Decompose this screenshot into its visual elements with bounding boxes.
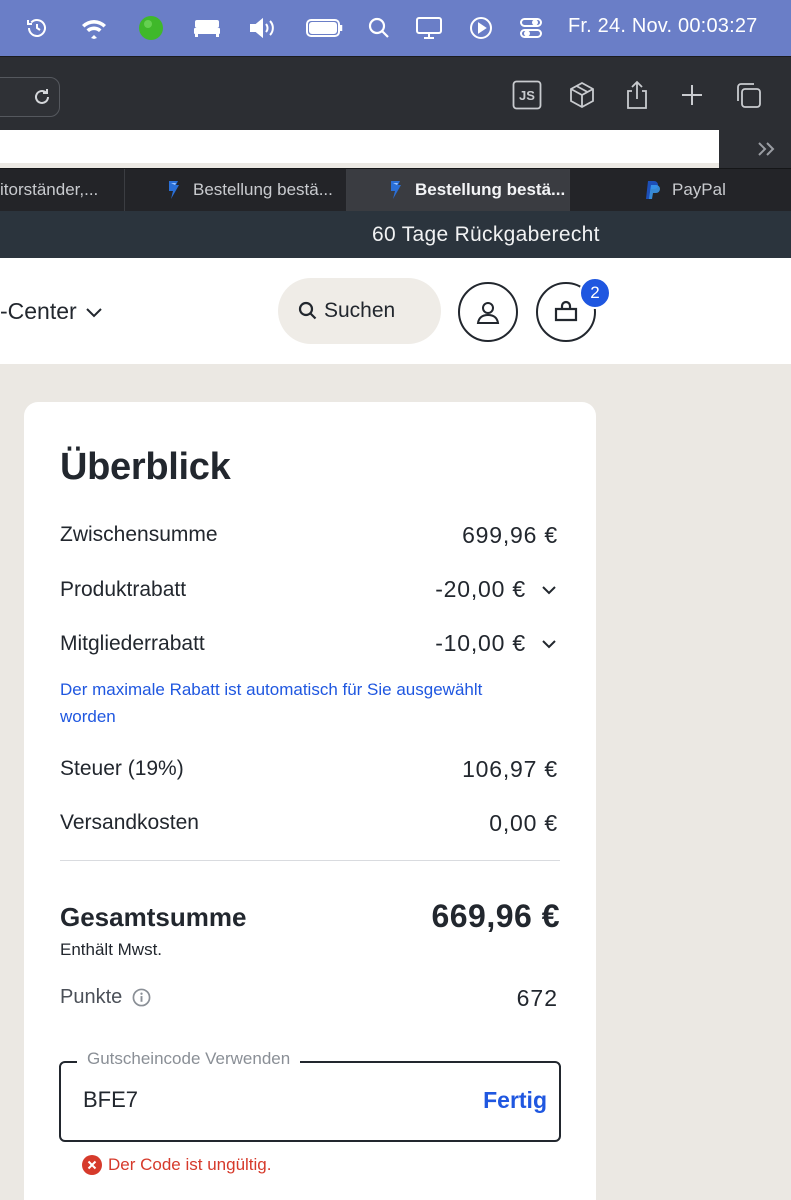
summary-title: Überblick bbox=[60, 446, 231, 488]
chevron-down-icon bbox=[542, 639, 556, 648]
points-label-group: Punkte bbox=[60, 986, 151, 1009]
paypal-icon bbox=[646, 181, 660, 199]
points-value: 672 bbox=[516, 985, 558, 1011]
nav-label: -Center bbox=[0, 298, 77, 324]
total-value: 669,96 € bbox=[431, 898, 560, 934]
site-header: -Center Suchen bbox=[0, 258, 791, 364]
voucher-input[interactable] bbox=[83, 1087, 443, 1113]
spotlight-icon[interactable] bbox=[364, 14, 394, 42]
account-button[interactable] bbox=[458, 282, 518, 342]
tab-label: Bestellung bestä... bbox=[193, 180, 333, 199]
menu-bar-clock[interactable]: Fr. 24. Nov. 00:03:27 bbox=[568, 15, 758, 38]
shipping-label: Versandkosten bbox=[60, 811, 199, 834]
voucher-label: Gutscheincode Verwenden bbox=[77, 1049, 301, 1069]
battery-icon[interactable] bbox=[305, 14, 345, 42]
voucher-error-text: Der Code ist ungültig. bbox=[108, 1155, 272, 1174]
cart-count-badge: 2 bbox=[579, 277, 611, 309]
product-discount-toggle[interactable]: -20,00 € bbox=[435, 576, 558, 603]
shopping-bag-icon bbox=[554, 300, 578, 322]
order-summary-card: Überblick Zwischensumme 699,96 € Produkt… bbox=[24, 402, 596, 1200]
cube-icon[interactable] bbox=[566, 79, 598, 111]
subtotal-label: Zwischensumme bbox=[60, 523, 218, 546]
subtotal-value: 699,96 € bbox=[462, 522, 558, 548]
js-icon[interactable]: JS bbox=[511, 79, 543, 111]
user-icon bbox=[476, 302, 500, 324]
nav-service-center[interactable]: -Center bbox=[0, 298, 103, 325]
tax-label: Steuer (19%) bbox=[60, 757, 184, 780]
tab-overview-icon[interactable] bbox=[732, 79, 764, 111]
product-discount-value: -20,00 € bbox=[435, 576, 526, 602]
tab-order-confirmation-1[interactable]: Bestellung bestä... bbox=[125, 169, 347, 211]
site-favicon-icon bbox=[391, 181, 401, 199]
product-discount-label: Produktrabatt bbox=[60, 578, 187, 601]
member-discount-label: Mitgliederrabatt bbox=[60, 632, 205, 655]
search-label: Suchen bbox=[324, 299, 396, 322]
favorites-bar bbox=[0, 130, 719, 163]
tab-paypal[interactable]: PayPal bbox=[570, 169, 791, 211]
tab-bar: itorständer,... Bestellung bestä... Best… bbox=[0, 168, 791, 211]
promo-text: 60 Tage Rückgaberecht bbox=[372, 223, 600, 246]
shipping-value: 0,00 € bbox=[489, 810, 558, 836]
control-center-icon[interactable] bbox=[516, 14, 546, 42]
time-machine-icon[interactable] bbox=[22, 14, 52, 42]
total-label: Gesamtsumme bbox=[60, 902, 247, 932]
voucher-done-button[interactable]: Fertig bbox=[483, 1087, 547, 1114]
promo-banner: 60 Tage Rückgaberecht bbox=[0, 211, 791, 258]
summary-divider bbox=[60, 860, 560, 861]
bed-icon[interactable] bbox=[192, 14, 222, 42]
share-icon[interactable] bbox=[621, 79, 653, 111]
browser-toolbar: JS bbox=[0, 56, 791, 132]
chevron-down-icon bbox=[542, 585, 556, 594]
tab-label: Bestellung bestä... bbox=[415, 180, 566, 199]
points-label: Punkte bbox=[60, 986, 123, 1008]
play-icon[interactable] bbox=[466, 14, 496, 42]
address-bar[interactable] bbox=[0, 77, 60, 117]
chevron-down-icon bbox=[85, 307, 102, 317]
error-icon bbox=[82, 1155, 102, 1175]
new-tab-icon[interactable] bbox=[676, 79, 708, 111]
tab-monitor-stand[interactable]: itorständer,... bbox=[0, 169, 125, 211]
tab-label: PayPal bbox=[672, 180, 726, 199]
favorites-overflow-icon[interactable] bbox=[752, 136, 782, 162]
search-icon bbox=[298, 301, 317, 320]
member-discount-value: -10,00 € bbox=[435, 630, 526, 656]
tab-order-confirmation-2[interactable]: Bestellung bestä... bbox=[347, 169, 570, 211]
wifi-icon[interactable] bbox=[79, 14, 109, 42]
reload-icon[interactable] bbox=[31, 86, 53, 113]
svg-text:JS: JS bbox=[519, 88, 535, 103]
volume-icon[interactable] bbox=[248, 14, 278, 42]
tax-value: 106,97 € bbox=[462, 756, 558, 782]
tab-label: itorständer,... bbox=[0, 180, 99, 199]
member-discount-toggle[interactable]: -10,00 € bbox=[435, 630, 558, 657]
info-icon[interactable] bbox=[132, 988, 151, 1007]
menu-bar: Fr. 24. Nov. 00:03:27 bbox=[0, 0, 791, 56]
search-button[interactable]: Suchen bbox=[278, 278, 441, 344]
site-favicon-icon bbox=[169, 181, 179, 199]
display-icon[interactable] bbox=[414, 14, 444, 42]
status-dot-icon bbox=[136, 14, 166, 42]
vat-note: Enthält Mwst. bbox=[60, 940, 163, 959]
voucher-error: Der Code ist ungültig. bbox=[82, 1155, 271, 1175]
discount-note: Der maximale Rabatt ist automatisch für … bbox=[60, 680, 483, 726]
voucher-field[interactable]: Gutscheincode Verwenden Fertig bbox=[59, 1049, 561, 1142]
